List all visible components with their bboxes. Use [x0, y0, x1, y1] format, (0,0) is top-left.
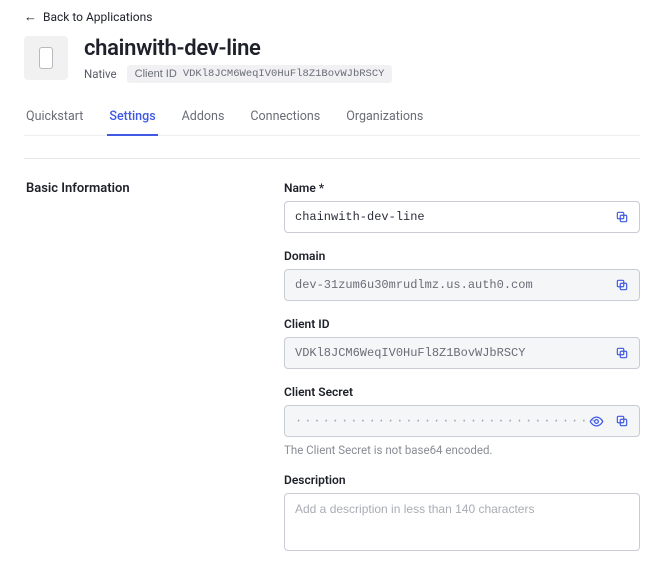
section-title: Basic Information — [24, 181, 264, 571]
client-id-input[interactable] — [284, 337, 640, 369]
copy-name-button[interactable] — [610, 205, 634, 229]
client-id-badge: Client ID VDKl8JCM6WeqIV0HuFl8Z1BovWJbRS… — [127, 65, 393, 83]
copy-icon — [615, 278, 629, 292]
copy-client-secret-button[interactable] — [610, 409, 634, 433]
description-textarea[interactable] — [284, 493, 640, 551]
tab-quickstart[interactable]: Quickstart — [24, 109, 85, 136]
domain-label: Domain — [284, 249, 640, 263]
copy-icon — [615, 210, 629, 224]
tab-organizations[interactable]: Organizations — [344, 109, 425, 136]
copy-icon — [615, 414, 629, 428]
app-type-label: Native — [84, 67, 117, 81]
domain-input[interactable] — [284, 269, 640, 301]
tab-settings[interactable]: Settings — [107, 109, 157, 136]
eye-icon — [589, 414, 604, 429]
copy-domain-button[interactable] — [610, 273, 634, 297]
copy-icon — [615, 346, 629, 360]
tab-addons[interactable]: Addons — [180, 109, 227, 136]
copy-client-id-button[interactable] — [610, 341, 634, 365]
client-id-label: Client ID — [284, 317, 640, 331]
name-input[interactable] — [284, 201, 640, 233]
arrow-left-icon: ← — [24, 11, 37, 24]
description-label: Description — [284, 473, 640, 487]
reveal-client-secret-button[interactable] — [584, 409, 608, 433]
device-icon — [39, 47, 53, 69]
back-to-applications-link[interactable]: ← Back to Applications — [24, 8, 152, 26]
tab-bar: Quickstart Settings Addons Connections O… — [24, 109, 640, 136]
tab-connections[interactable]: Connections — [248, 109, 322, 136]
back-link-label: Back to Applications — [43, 10, 152, 24]
client-secret-hint: The Client Secret is not base64 encoded. — [284, 443, 640, 457]
client-id-badge-value: VDKl8JCM6WeqIV0HuFl8Z1BovWJbRSCY — [183, 68, 385, 80]
name-label: Name * — [284, 181, 640, 195]
client-secret-label: Client Secret — [284, 385, 640, 399]
page-title: chainwith-dev-line — [84, 36, 392, 61]
app-icon — [24, 36, 68, 80]
client-id-badge-label: Client ID — [135, 68, 177, 80]
